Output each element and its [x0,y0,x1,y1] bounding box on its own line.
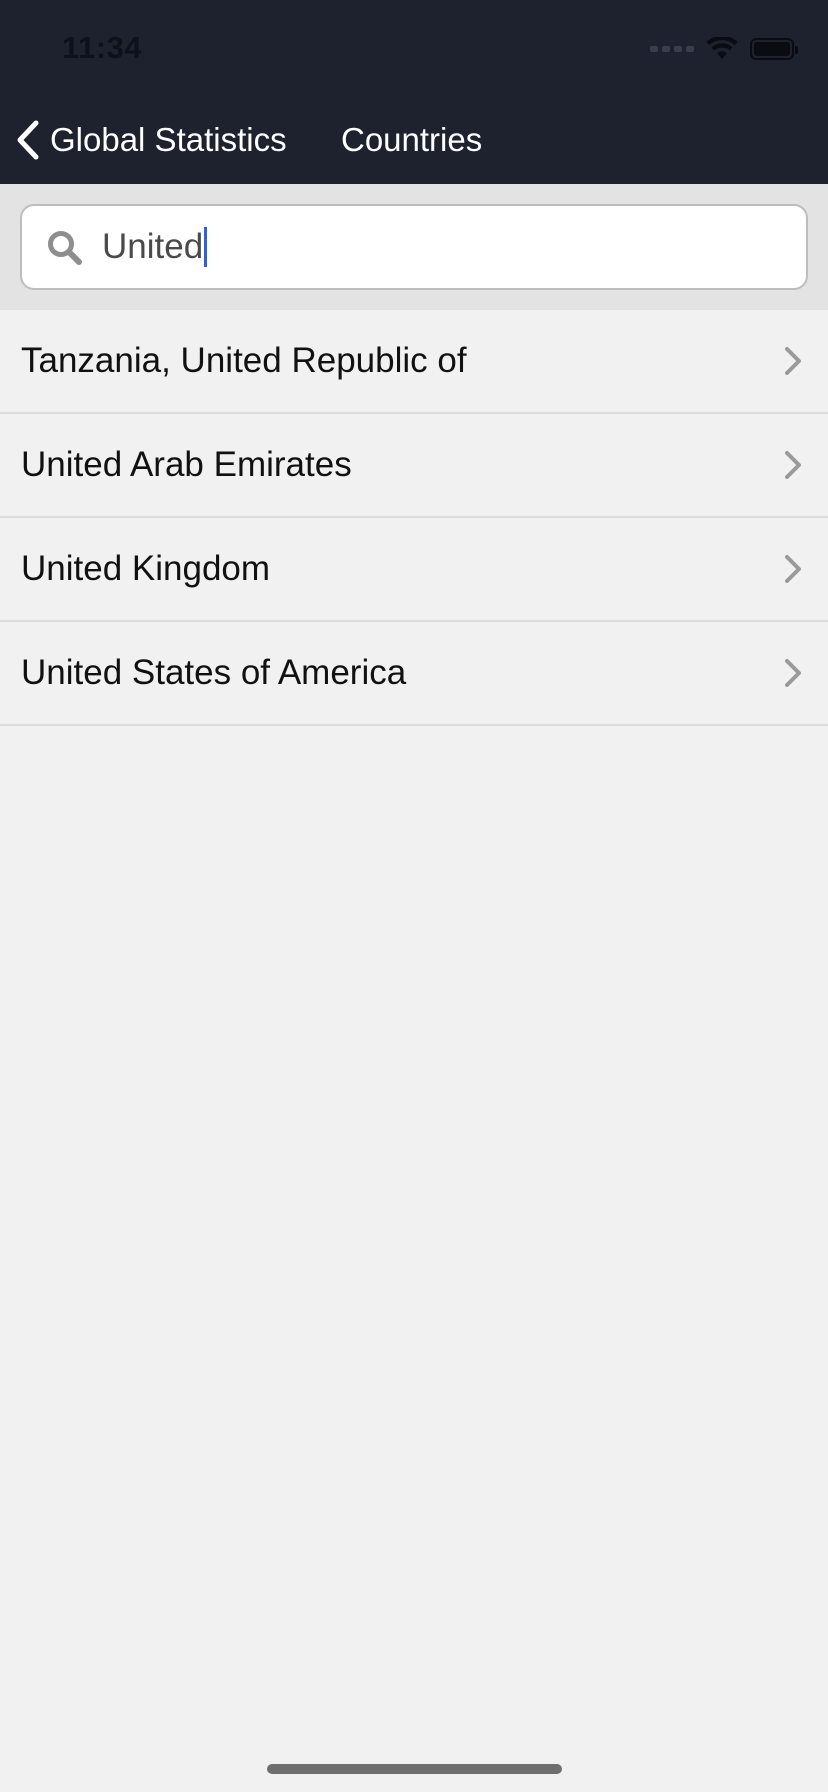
back-button-label: Global Statistics [50,121,287,158]
chevron-right-icon [785,347,801,375]
home-indicator[interactable] [267,1764,562,1774]
search-bar-container: United [0,184,828,310]
chevron-right-icon [785,451,801,479]
status-icons [650,34,798,64]
list-item-label: United States of America [21,653,407,692]
chevron-right-icon [785,555,801,583]
chevron-right-icon [785,659,801,687]
search-field[interactable]: United [20,204,808,290]
status-time: 11:34 [62,30,143,65]
navigation-bar: 11:34 Global Statistics Countries [0,0,828,184]
country-results-list: Tanzania, United Republic of United Arab… [0,310,828,726]
wifi-icon [706,37,738,59]
search-input-value: United [102,227,204,266]
nav-header: Global Statistics Countries [0,110,828,170]
list-item-tanzania[interactable]: Tanzania, United Republic of [0,310,828,414]
list-item-united-kingdom[interactable]: United Kingdom [0,518,828,622]
search-input[interactable]: United [102,206,208,288]
chevron-left-icon [17,120,39,160]
cellular-signal-icon [650,46,694,52]
page-title: Countries [341,121,483,158]
list-item-united-arab-emirates[interactable]: United Arab Emirates [0,414,828,518]
battery-icon [750,38,798,60]
back-button[interactable]: Global Statistics [14,110,287,170]
list-item-united-states[interactable]: United States of America [0,622,828,726]
search-icon [48,231,82,265]
text-cursor [204,227,208,267]
list-item-label: United Arab Emirates [21,445,352,484]
list-item-label: United Kingdom [21,549,271,588]
list-item-label: Tanzania, United Republic of [21,341,467,380]
